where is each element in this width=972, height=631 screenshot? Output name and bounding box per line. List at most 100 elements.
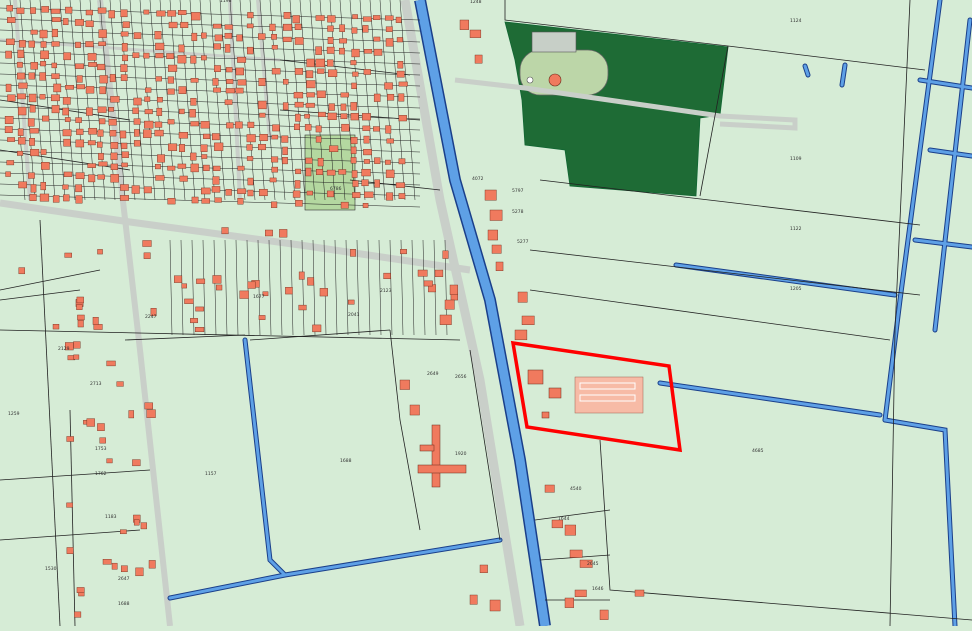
building <box>181 283 187 289</box>
building <box>191 12 201 21</box>
building <box>279 229 288 238</box>
building <box>316 90 326 98</box>
building <box>385 26 393 32</box>
building <box>110 142 119 149</box>
building <box>271 156 279 163</box>
building <box>306 80 316 89</box>
building <box>30 149 40 157</box>
building <box>75 41 81 48</box>
building <box>265 229 273 237</box>
building <box>329 145 339 152</box>
building <box>179 175 188 182</box>
building <box>235 67 244 76</box>
building <box>315 58 325 68</box>
building <box>143 120 154 129</box>
building <box>327 25 334 32</box>
building <box>110 96 120 103</box>
building <box>479 564 488 573</box>
building <box>16 61 23 68</box>
building <box>39 72 46 81</box>
building <box>213 165 221 171</box>
building <box>143 52 150 59</box>
parcel-label: 2247 <box>145 314 157 320</box>
building <box>143 252 151 259</box>
building <box>385 159 391 165</box>
building <box>574 589 587 597</box>
building <box>339 24 345 32</box>
building <box>469 29 482 38</box>
building <box>374 179 380 188</box>
building <box>128 410 135 419</box>
building <box>63 138 71 147</box>
building <box>315 136 322 143</box>
building <box>156 10 166 17</box>
parcel-label: 1646 <box>592 586 604 592</box>
building <box>180 21 189 28</box>
building <box>18 181 27 189</box>
building <box>398 115 407 122</box>
building <box>386 192 394 201</box>
building <box>258 33 266 40</box>
building <box>108 10 115 19</box>
building <box>363 69 371 75</box>
building <box>396 70 405 78</box>
parcel-label: 2645 <box>587 561 599 567</box>
building <box>339 47 345 55</box>
building <box>121 151 129 158</box>
building <box>246 156 254 161</box>
parcel-label: 1677 <box>253 294 265 300</box>
building <box>213 43 221 50</box>
building <box>327 112 337 120</box>
building <box>93 324 103 330</box>
building <box>350 146 357 154</box>
building <box>132 52 140 58</box>
cadastral-map[interactable]: 1124 1109 1122 1205 4685 1157 1688 1753 1762 1920… <box>0 0 972 629</box>
parcel-label: 1753 <box>95 446 107 452</box>
building <box>373 93 381 102</box>
building <box>398 193 406 199</box>
building <box>116 381 124 387</box>
building <box>132 107 139 114</box>
building <box>350 112 359 121</box>
building <box>292 190 301 198</box>
building <box>63 171 73 177</box>
building <box>121 162 128 168</box>
building <box>30 29 38 35</box>
building <box>167 119 175 125</box>
building <box>201 198 210 204</box>
parcel-label: 1920 <box>455 451 467 457</box>
building <box>16 7 25 14</box>
parcel-label: 2713 <box>90 381 102 387</box>
building <box>634 589 645 597</box>
building <box>373 48 383 56</box>
building <box>200 121 210 129</box>
building <box>17 93 26 100</box>
building <box>98 118 106 125</box>
building <box>6 38 15 45</box>
building <box>132 459 141 467</box>
building <box>341 123 350 132</box>
building <box>119 195 129 201</box>
building <box>373 126 380 132</box>
building <box>495 261 504 272</box>
building <box>179 144 185 152</box>
building <box>157 154 165 163</box>
building <box>514 329 528 341</box>
building <box>319 288 328 297</box>
building <box>271 44 278 50</box>
building <box>41 6 49 13</box>
building <box>97 141 103 148</box>
building <box>7 17 16 23</box>
building <box>17 128 24 136</box>
building <box>201 187 211 195</box>
building <box>18 82 28 89</box>
building <box>201 154 208 159</box>
building <box>398 81 408 87</box>
building <box>423 280 433 287</box>
building <box>76 84 86 90</box>
building <box>439 314 452 325</box>
building <box>191 32 198 41</box>
building <box>306 190 313 196</box>
building <box>362 25 369 33</box>
building <box>396 37 403 43</box>
